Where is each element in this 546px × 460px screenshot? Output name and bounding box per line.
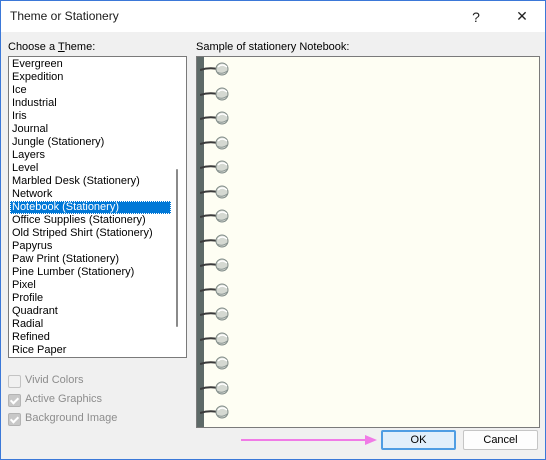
theme-list-item[interactable]: Level (10, 162, 171, 175)
theme-list-item[interactable]: Radial (10, 318, 171, 331)
theme-list-item[interactable]: Office Supplies (Stationery) (10, 214, 171, 227)
spiral-ring-icon (200, 87, 229, 100)
theme-list-item[interactable]: Jungle (Stationery) (10, 136, 171, 149)
theme-list-item[interactable]: Journal (10, 123, 171, 136)
close-icon: ✕ (516, 8, 528, 24)
theme-list-item[interactable]: Evergreen (10, 58, 171, 71)
theme-list-item[interactable]: Profile (10, 292, 171, 305)
ok-button[interactable]: OK (381, 430, 456, 450)
help-icon: ? (472, 8, 480, 25)
theme-list-item[interactable]: Pine Lumber (Stationery) (10, 266, 171, 279)
active-graphics-box[interactable] (8, 394, 21, 407)
theme-list-item[interactable]: Refined (10, 331, 171, 344)
theme-list-item[interactable]: Industrial (10, 97, 171, 110)
spiral-ring-icon (200, 307, 229, 321)
pointer-arrow-annotation (241, 435, 377, 445)
theme-list-item[interactable]: Notebook (Stationery) (10, 201, 171, 214)
theme-list-scrollbar[interactable] (176, 169, 178, 327)
spiral-ring-icon (200, 209, 229, 223)
spiral-ring-icon (200, 185, 229, 198)
preview-label: Sample of stationery Notebook: (196, 41, 350, 53)
theme-list-item[interactable]: Expedition (10, 71, 171, 84)
spiral-ring-icon (200, 332, 229, 345)
stationery-preview (196, 56, 540, 428)
spiral-ring-icon (200, 283, 229, 296)
theme-list-item[interactable]: Rice Paper (10, 344, 171, 357)
spiral-ring-icon (200, 111, 229, 125)
close-button[interactable]: ✕ (499, 1, 545, 32)
theme-list-item[interactable]: Marbled Desk (Stationery) (10, 175, 171, 188)
theme-list-item[interactable]: Iris (10, 110, 171, 123)
active-graphics-label: Active Graphics (25, 393, 103, 405)
theme-list-item[interactable]: Old Striped Shirt (Stationery) (10, 227, 171, 240)
theme-list-item[interactable]: Ice (10, 84, 171, 97)
spiral-ring-icon (200, 405, 229, 419)
spiral-ring-icon (200, 62, 229, 76)
spiral-ring-icon (200, 356, 229, 370)
theme-list-item[interactable]: Layers (10, 149, 171, 162)
help-button[interactable]: ? (453, 1, 499, 32)
dialog-title: Theme or Stationery (10, 9, 119, 23)
theme-or-stationery-dialog: Theme or Stationery ? ✕ Choose a Theme: … (0, 0, 546, 460)
spiral-ring-icon (200, 381, 229, 394)
theme-list[interactable]: Evergreen Expedition Ice Industrial Iris Jour… (8, 56, 187, 358)
theme-list-item[interactable]: Paw Print (Stationery) (10, 253, 171, 266)
choose-theme-label: Choose a Theme: (8, 41, 96, 53)
title-bar: Theme or Stationery ? ✕ (1, 1, 545, 32)
vivid-colors-label: Vivid Colors (25, 374, 84, 386)
spiral-ring-icon (200, 258, 229, 272)
background-image-label: Background Image (25, 412, 118, 424)
background-image-box[interactable] (8, 413, 21, 426)
spiral-ring-icon (200, 136, 229, 149)
spiral-ring-icon (200, 234, 229, 247)
theme-list-item[interactable]: Quadrant (10, 305, 171, 318)
vivid-colors-box[interactable] (8, 375, 21, 388)
spiral-ring-icon (200, 160, 229, 174)
theme-list-item[interactable]: Pixel (10, 279, 171, 292)
cancel-button[interactable]: Cancel (463, 430, 538, 450)
theme-list-item[interactable]: Papyrus (10, 240, 171, 253)
theme-list-item[interactable]: Network (10, 188, 171, 201)
